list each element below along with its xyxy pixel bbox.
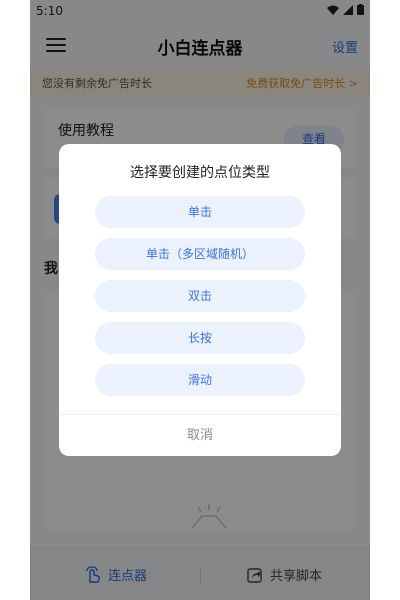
option-swipe[interactable]: 滑动 [95, 364, 305, 396]
dialog-title: 选择要创建的点位类型 [130, 165, 270, 181]
option-single-click-multi-random[interactable]: 单击（多区域随机） [95, 238, 305, 270]
point-type-dialog: 选择要创建的点位类型 单击 单击（多区域随机） 双击 长按 滑动 取消 [59, 144, 341, 456]
option-single-click[interactable]: 单击 [95, 196, 305, 228]
option-double-click[interactable]: 双击 [95, 280, 305, 312]
cancel-button[interactable]: 取消 [59, 416, 341, 456]
phone-screen: 5:10 小白连点器 设置 您没有剩余免广告时长 免费获取免广告时长 > 使用教… [30, 0, 370, 600]
dialog-divider [59, 414, 341, 415]
option-long-press[interactable]: 长按 [95, 322, 305, 354]
